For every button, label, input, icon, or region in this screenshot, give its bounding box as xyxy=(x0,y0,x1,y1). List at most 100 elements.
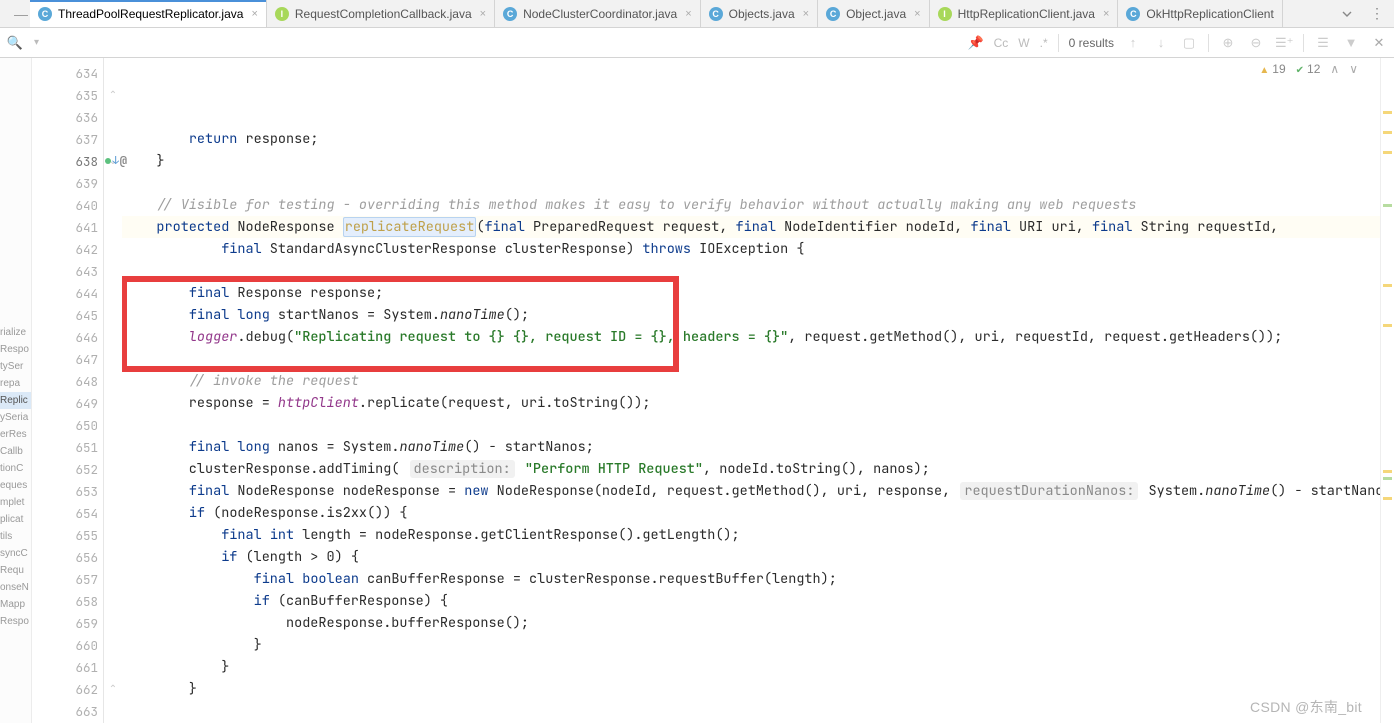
structure-item[interactable]: Replic xyxy=(0,392,31,409)
code-line[interactable]: } xyxy=(122,656,1380,678)
editor-tab[interactable]: CObject.java× xyxy=(818,0,929,27)
line-number[interactable]: 640 xyxy=(32,194,103,216)
fold-handle[interactable] xyxy=(104,414,122,436)
line-number[interactable]: 642 xyxy=(32,238,103,260)
code-line[interactable]: // Visible for testing - overriding this… xyxy=(122,194,1380,216)
structure-item[interactable]: Respo xyxy=(0,341,31,358)
fold-handle[interactable] xyxy=(104,62,122,84)
find-settings-icon[interactable]: ☰ xyxy=(1314,35,1332,51)
line-number[interactable]: 634 xyxy=(32,62,103,84)
line-number[interactable]: 660 xyxy=(32,634,103,656)
code-line[interactable] xyxy=(122,260,1380,282)
fold-handle[interactable] xyxy=(104,634,122,656)
find-next-icon[interactable]: ↓ xyxy=(1152,35,1170,50)
code-line[interactable]: response = httpClient.replicate(request,… xyxy=(122,392,1380,414)
code-line[interactable]: if (canBufferResponse) { xyxy=(122,590,1380,612)
line-number[interactable]: 662 xyxy=(32,678,103,700)
fold-handle[interactable] xyxy=(104,458,122,480)
line-number[interactable]: 645 xyxy=(32,304,103,326)
code-line[interactable]: // invoke the request xyxy=(122,370,1380,392)
structure-item[interactable]: ySeria xyxy=(0,409,31,426)
fold-handle[interactable] xyxy=(104,700,122,722)
editor-tab[interactable]: CObjects.java× xyxy=(701,0,818,27)
editor-tab[interactable]: IRequestCompletionCallback.java× xyxy=(267,0,495,27)
line-number[interactable]: 635 xyxy=(32,84,103,106)
pin-search-icon[interactable]: 📌 xyxy=(967,35,983,51)
tab-close-icon[interactable]: × xyxy=(803,8,809,20)
find-close-icon[interactable]: ✕ xyxy=(1370,35,1388,51)
line-number[interactable]: 661 xyxy=(32,656,103,678)
line-number[interactable]: 648 xyxy=(32,370,103,392)
code-line[interactable]: clusterResponse.addTiming( description: … xyxy=(122,458,1380,480)
line-number[interactable]: 651 xyxy=(32,436,103,458)
editor-tab[interactable]: IHttpReplicationClient.java× xyxy=(930,0,1119,27)
code-editor-area[interactable]: return response; } // Visible for testin… xyxy=(122,58,1380,723)
line-number[interactable]: 657 xyxy=(32,568,103,590)
collapse-tool-window-icon[interactable]: — xyxy=(12,0,30,27)
fold-handle[interactable] xyxy=(104,282,122,304)
fold-handle[interactable] xyxy=(104,612,122,634)
structure-item[interactable]: eques xyxy=(0,477,31,494)
code-line[interactable]: return response; xyxy=(122,128,1380,150)
fold-handle[interactable] xyxy=(104,590,122,612)
tab-close-icon[interactable]: × xyxy=(685,8,691,20)
code-line[interactable] xyxy=(122,172,1380,194)
line-number[interactable]: 638↓@ xyxy=(32,150,103,172)
line-number[interactable]: 644 xyxy=(32,282,103,304)
find-filter-icon[interactable]: ▼ xyxy=(1342,35,1360,50)
line-number[interactable]: 650 xyxy=(32,414,103,436)
code-line[interactable]: protected NodeResponse replicateRequest(… xyxy=(122,216,1380,238)
line-number[interactable]: 646 xyxy=(32,326,103,348)
search-dropdown-icon[interactable]: ▾ xyxy=(34,37,39,48)
structure-item[interactable]: syncC xyxy=(0,545,31,562)
code-line[interactable]: } xyxy=(122,634,1380,656)
find-add-selection-icon[interactable]: ⊕ xyxy=(1219,35,1237,51)
code-line[interactable]: logger.debug("Replicating request to {} … xyxy=(122,326,1380,348)
code-line[interactable]: if (nodeResponse.is2xx()) { xyxy=(122,502,1380,524)
code-line[interactable]: if (length > 0) { xyxy=(122,546,1380,568)
fold-handle[interactable] xyxy=(104,260,122,282)
editor-tab[interactable]: COkHttpReplicationClient xyxy=(1118,0,1282,27)
code-line[interactable]: final NodeResponse nodeResponse = new No… xyxy=(122,480,1380,502)
find-regex-toggle[interactable]: .* xyxy=(1040,36,1048,50)
overview-ruler[interactable] xyxy=(1380,58,1394,723)
find-match-case-toggle[interactable]: Cc xyxy=(994,36,1009,50)
structure-item[interactable]: Callb xyxy=(0,443,31,460)
line-number[interactable]: 649 xyxy=(32,392,103,414)
tab-close-icon[interactable]: × xyxy=(480,8,486,20)
tab-close-icon[interactable]: × xyxy=(251,8,257,20)
line-number[interactable]: 637 xyxy=(32,128,103,150)
find-open-in-window-icon[interactable]: ▢ xyxy=(1180,35,1198,51)
fold-handle[interactable] xyxy=(104,568,122,590)
find-select-all-icon[interactable]: ☰⁺ xyxy=(1275,35,1293,51)
fold-handle[interactable]: ⌃ xyxy=(104,84,122,106)
structure-item[interactable]: rialize xyxy=(0,324,31,341)
line-number[interactable]: 647 xyxy=(32,348,103,370)
fold-handle[interactable] xyxy=(104,128,122,150)
find-remove-selection-icon[interactable]: ⊖ xyxy=(1247,35,1265,51)
editor-gutter[interactable]: 634635636637638↓@63964064164264364464564… xyxy=(32,58,104,723)
structure-item[interactable]: erRes xyxy=(0,426,31,443)
code-line[interactable]: nodeResponse.bufferResponse(); xyxy=(122,612,1380,634)
tab-close-icon[interactable]: × xyxy=(914,8,920,20)
structure-item[interactable]: Requ xyxy=(0,562,31,579)
find-input[interactable] xyxy=(49,35,609,51)
structure-item[interactable]: plicat xyxy=(0,511,31,528)
line-number[interactable]: 653 xyxy=(32,480,103,502)
fold-handle[interactable] xyxy=(104,436,122,458)
fold-handle[interactable] xyxy=(104,480,122,502)
code-line[interactable]: final int length = nodeResponse.getClien… xyxy=(122,524,1380,546)
structure-item[interactable]: repa xyxy=(0,375,31,392)
code-line[interactable]: final Response response; xyxy=(122,282,1380,304)
fold-handle[interactable] xyxy=(104,172,122,194)
code-line[interactable]: final long nanos = System.nanoTime() - s… xyxy=(122,436,1380,458)
tab-overflow-chevron[interactable] xyxy=(1334,0,1360,27)
code-line[interactable]: } xyxy=(122,678,1380,700)
line-number[interactable]: 654 xyxy=(32,502,103,524)
structure-strip[interactable]: rializeRespotySerrepaReplicySeriaerResCa… xyxy=(0,58,32,723)
line-number[interactable]: 636 xyxy=(32,106,103,128)
structure-item[interactable]: Respo xyxy=(0,613,31,630)
structure-item[interactable]: tionC xyxy=(0,460,31,477)
code-line[interactable]: final StandardAsyncClusterResponse clust… xyxy=(122,238,1380,260)
find-prev-icon[interactable]: ↑ xyxy=(1124,35,1142,50)
